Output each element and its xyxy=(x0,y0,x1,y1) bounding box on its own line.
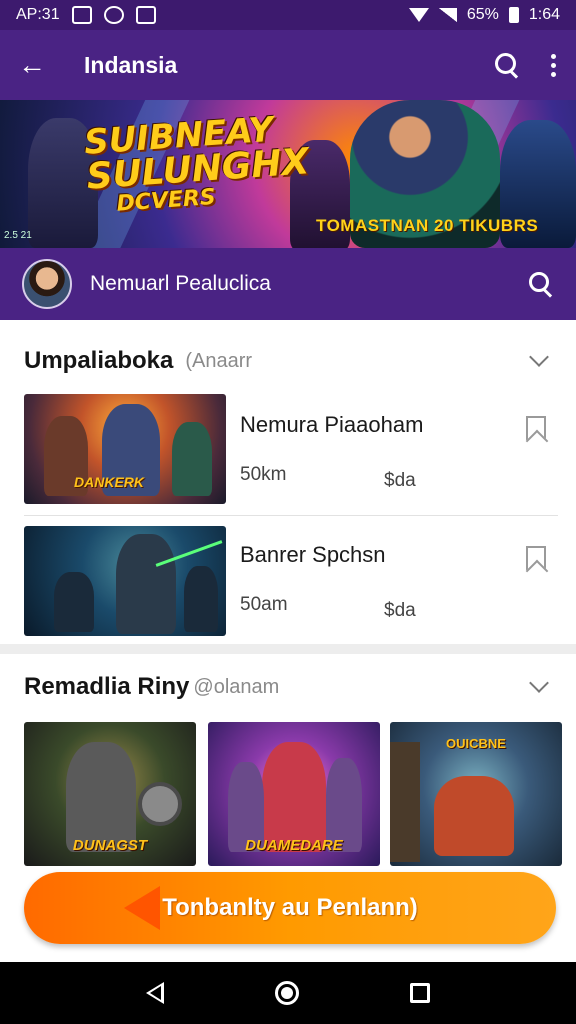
section-separator xyxy=(0,644,576,654)
item-title: Nemura Piaaoham xyxy=(240,412,424,437)
game-card[interactable]: DUAMEDARE xyxy=(208,722,380,866)
status-clock: 1:64 xyxy=(528,6,560,23)
search-icon[interactable] xyxy=(528,271,554,297)
wifi-icon xyxy=(408,8,429,22)
chevron-down-icon[interactable] xyxy=(529,673,549,693)
status-bar: AP:31 65% 1:64 xyxy=(0,0,576,30)
thumbnail-image xyxy=(24,526,226,636)
search-icon[interactable] xyxy=(494,52,520,78)
card-label: DUNAGST xyxy=(72,837,148,854)
arrow-left-icon xyxy=(124,886,160,930)
more-vert-icon[interactable] xyxy=(548,53,558,77)
game-card[interactable]: OUICBNE xyxy=(390,722,562,866)
item-title: Banrer Spchsn xyxy=(240,542,386,567)
item-distance: 50am xyxy=(240,594,288,615)
battery-icon xyxy=(508,7,519,23)
message-icon xyxy=(135,6,156,24)
card-label: OUICBNE xyxy=(446,736,506,751)
card-label: DUAMEDARE xyxy=(245,837,343,854)
status-time: AP:31 xyxy=(16,6,60,23)
profile-name: Nemuarl Pealuclica xyxy=(90,272,271,295)
list-item[interactable]: Banrer Spchsn 50am $da xyxy=(0,526,576,646)
banner-title: SUIBNEAY SULUNGHX DCVERS xyxy=(82,109,311,217)
section-title: Remadlia Riny xyxy=(24,673,190,700)
signal-icon xyxy=(438,8,457,22)
cta-button[interactable]: Tonbanlty au Penlann) xyxy=(24,872,556,944)
thumbnail-image: DANKERK xyxy=(24,394,226,504)
section-subtitle: (Anaarr xyxy=(185,349,253,372)
app-notification-icon xyxy=(103,6,124,24)
section-header[interactable]: Remadlia Riny @olanam xyxy=(0,660,576,714)
game-card[interactable]: DUNAGST xyxy=(24,722,196,866)
divider xyxy=(24,515,558,516)
bookmark-icon[interactable] xyxy=(526,416,546,440)
notification-icon xyxy=(71,6,92,24)
app-bar: ← Indansia xyxy=(0,30,576,100)
item-price: $da xyxy=(384,600,416,621)
cta-label: Tonbanlty au Penlann) xyxy=(162,894,418,921)
section-header[interactable]: Umpaliaboka (Anaarr xyxy=(0,334,576,388)
section-title: Umpaliaboka xyxy=(24,347,174,374)
chevron-down-icon[interactable] xyxy=(529,347,549,367)
avatar[interactable] xyxy=(22,259,72,309)
system-nav-bar xyxy=(0,962,576,1024)
section-subtitle: @olanam xyxy=(193,675,280,698)
profile-bar[interactable]: Nemuarl Pealuclica xyxy=(0,248,576,320)
bookmark-icon[interactable] xyxy=(526,546,546,570)
recents-square-icon[interactable] xyxy=(410,983,431,1003)
item-distance: 50km xyxy=(240,464,287,485)
battery-percent: 65% xyxy=(466,6,499,23)
thumbnail-label: DANKERK xyxy=(74,474,144,490)
item-price: $da xyxy=(384,470,416,491)
list-item[interactable]: DANKERK Nemura Piaaoham 50km $da xyxy=(0,394,576,514)
back-triangle-icon[interactable] xyxy=(145,982,164,1004)
banner-corner-text: 2.5 21 xyxy=(4,230,32,241)
home-circle-icon[interactable] xyxy=(274,981,299,1005)
page-title: Indansia xyxy=(84,51,178,78)
banner-subtitle: TOMASTNAN 20 TIKUBRS xyxy=(316,216,539,235)
back-arrow-icon[interactable]: ← xyxy=(18,49,58,81)
